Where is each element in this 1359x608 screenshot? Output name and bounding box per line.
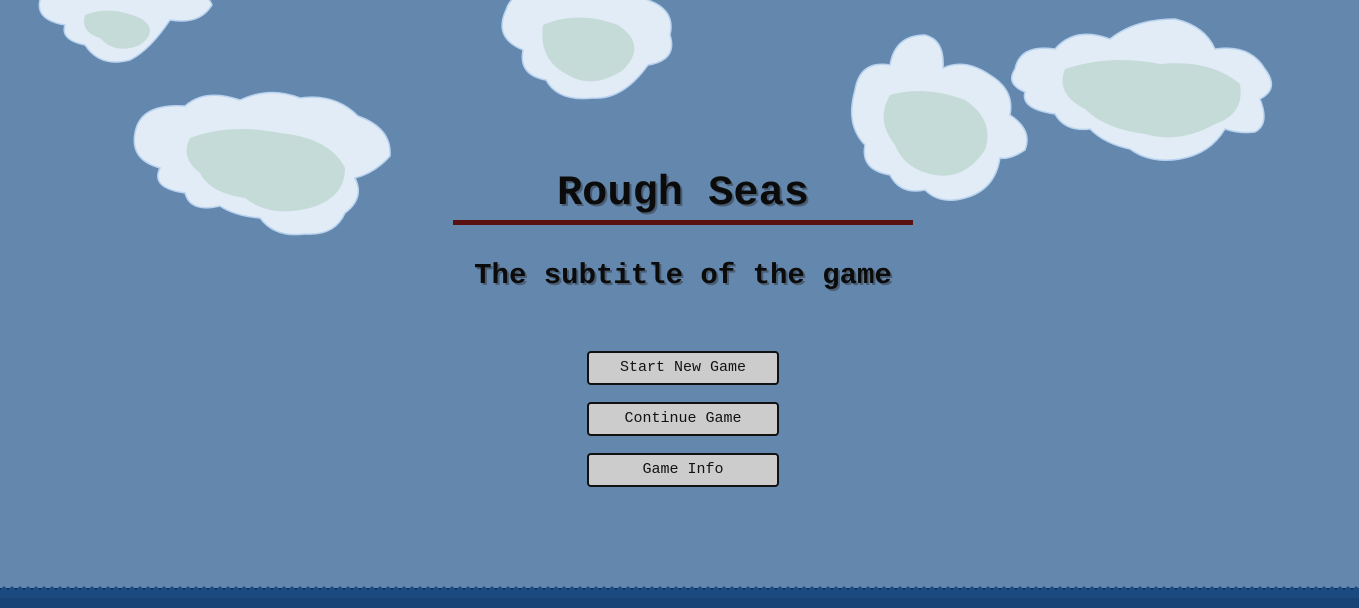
title-underline [453,220,913,225]
game-subtitle: The subtitle of the game [474,259,892,292]
game-info-button[interactable]: Game Info [587,453,779,487]
sea-waves [0,586,1359,608]
game-title: Rough Seas [556,169,810,217]
cloud-right [1010,18,1273,161]
continue-game-button[interactable]: Continue Game [587,402,779,436]
cloud-top-center [501,0,673,100]
cloud-left [133,91,391,236]
cloud-top-left [38,0,213,63]
start-new-game-button[interactable]: Start New Game [587,351,779,385]
main-menu: Start New Game Continue Game Game Info [587,351,779,504]
title-block: Rough Seas [453,168,913,218]
